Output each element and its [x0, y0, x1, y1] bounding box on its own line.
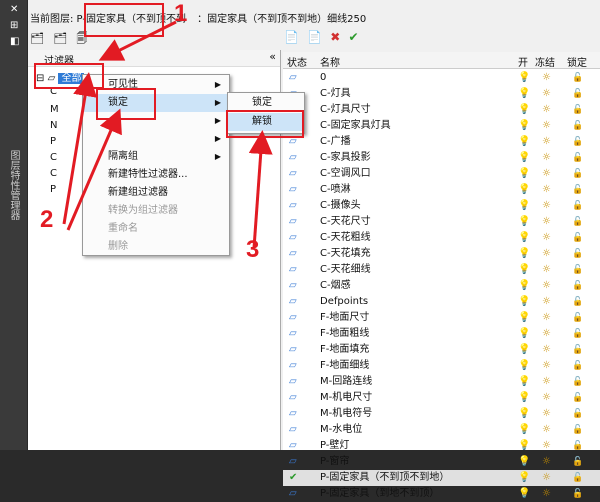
padlock-icon[interactable]: 🔓 — [572, 486, 583, 502]
layer-row[interactable]: ✔ P-固定家具（不到顶不到地） 💡 ☼ 🔓 — [283, 470, 600, 486]
sun-icon[interactable]: ☼ — [542, 470, 551, 486]
padlock-icon[interactable]: 🔓 — [572, 470, 583, 486]
layer-name: P-固定家具（到地不到顶） — [320, 488, 440, 499]
arrow-3 — [248, 130, 273, 249]
padlock-icon[interactable]: 🔓 — [572, 454, 583, 470]
arrow-2b — [66, 108, 122, 231]
layer-name: P-固定家具（不到顶不到地） — [320, 472, 450, 483]
layer-status-icon[interactable]: ▱ — [289, 486, 297, 502]
sun-icon[interactable]: ☼ — [542, 486, 551, 502]
layer-row[interactable]: ▱ P-固定家具（到地不到顶） 💡 ☼ 🔓 — [283, 486, 600, 502]
layer-status-icon[interactable]: ✔ — [289, 470, 297, 486]
annotation-arrows — [62, 20, 273, 249]
layer-name: P-窗帘 — [320, 456, 350, 467]
bulb-icon[interactable]: 💡 — [518, 486, 530, 502]
arrow-1 — [98, 20, 177, 61]
bulb-icon[interactable]: 💡 — [518, 470, 530, 486]
bulb-icon[interactable]: 💡 — [518, 454, 530, 470]
arrow-2a — [62, 72, 97, 225]
layer-row[interactable]: ▱ P-窗帘 💡 ☼ 🔓 — [283, 454, 600, 470]
layer-status-icon[interactable]: ▱ — [289, 454, 297, 470]
sun-icon[interactable]: ☼ — [542, 454, 551, 470]
